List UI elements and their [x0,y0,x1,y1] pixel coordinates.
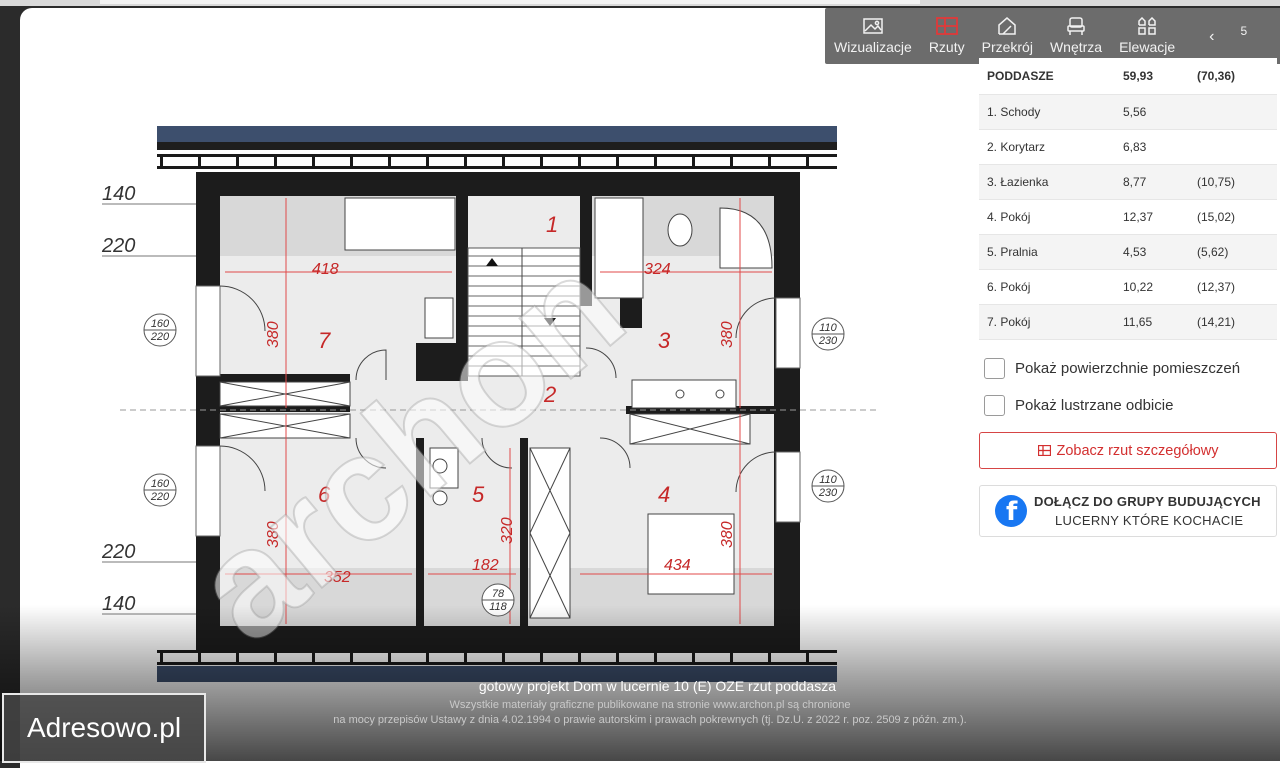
window-size-bottom: 220 [150,491,170,503]
mirror-checkbox[interactable] [984,395,1005,416]
table-cell: 4,53 [1115,234,1189,270]
view-tabs: Wizualizacje Rzuty Przekrój Wnętrza Elew… [825,8,1280,64]
tab-section[interactable]: Przekrój [973,15,1041,64]
facades-icon [1136,15,1158,37]
height-label: 140 [102,183,135,205]
height-label: 220 [101,541,135,563]
table-cell: (70,36) [1189,58,1277,95]
table-cell: 10,22 [1115,269,1189,305]
table-row: 5. Pralnia 4,53 (5,62) [979,234,1277,270]
table-row: 4. Pokój 12,37 (15,02) [979,199,1277,235]
dim-label: 320 [499,517,516,544]
armchair-icon [1065,15,1087,37]
window-size-bottom: 230 [818,487,838,499]
dim-label: 434 [664,557,691,574]
tab-label: Wnętrza [1049,39,1103,55]
dim-label: 418 [312,261,339,278]
table-cell: 4. Pokój [979,199,1115,235]
tab-label: Elewacje [1119,39,1176,55]
image-icon [862,15,884,37]
table-cell: 1. Schody [979,94,1115,130]
table-cell: 2. Korytarz [979,129,1115,165]
dim-label: 380 [719,521,736,548]
dim-label: 324 [644,261,671,278]
table-cell: (14,21) [1189,304,1277,340]
height-label: 220 [101,235,135,257]
table-cell: (10,75) [1189,164,1277,200]
floorplan-icon [1037,445,1051,456]
tab-label: Przekrój [981,39,1033,55]
table-cell: (15,02) [1189,199,1277,235]
dim-label: 380 [719,321,736,348]
table-cell: (5,62) [1189,234,1277,270]
room-number-7: 7 [318,328,331,353]
table-cell: 5. Pralnia [979,234,1115,270]
tab-label: Rzuty [928,39,965,55]
table-cell: 11,65 [1115,304,1189,340]
table-cell: 5,56 [1115,94,1189,130]
tab-floorplans[interactable]: Rzuty [920,15,973,64]
facebook-group-banner[interactable]: f DOŁĄCZ DO GRUPY BUDUJĄCYCH LUCERNY KTÓ… [979,485,1277,537]
room-number-3: 3 [658,328,671,353]
room-number-4: 4 [658,482,670,507]
table-cell: (12,37) [1189,269,1277,305]
tabs-overflow-label: 5 [1240,24,1248,38]
detailed-plan-button[interactable]: Zobacz rzut szczegółowy [979,432,1277,469]
legal-notice-line2: na mocy przepisów Ustawy z dnia 4.02.199… [333,714,967,726]
tab-facades[interactable]: Elewacje [1110,15,1183,64]
adresowo-watermark: Adresowo.pl [2,693,206,763]
table-cell [1189,94,1277,130]
table-cell: 8,77 [1115,164,1189,200]
table-cell: 59,93 [1115,58,1189,95]
legal-notice-line1: Wszystkie materiały graficzne publikowan… [449,699,851,711]
image-caption: gotowy projekt Dom w lucernie 10 (E) OZE… [478,678,836,694]
window-size-top: 110 [819,322,837,334]
tab-visualizations[interactable]: Wizualizacje [825,15,920,64]
table-cell: 3. Łazienka [979,164,1115,200]
window-size-top: 110 [819,474,837,486]
table-cell [1189,129,1277,165]
floorplan-icon [935,15,958,37]
window-size-top: 160 [151,478,170,490]
tab-interiors[interactable]: Wnętrza [1041,15,1110,64]
table-cell: 6,83 [1115,129,1189,165]
house-section-icon [996,15,1018,37]
show-areas-checkbox-row[interactable]: Pokaż powierzchnie pomieszczeń [984,358,1240,379]
table-row: 2. Korytarz 6,83 [979,129,1277,165]
show-areas-label: Pokaż powierzchnie pomieszczeń [1015,360,1241,377]
detailed-plan-label: Zobacz rzut szczegółowy [1056,442,1219,459]
area-table: PODDASZE 59,93 (70,36) 1. Schody 5,56 2.… [979,58,1277,340]
facebook-banner-line2: LUCERNY KTÓRE KOCHACIE [1055,513,1244,528]
table-cell: 12,37 [1115,199,1189,235]
show-areas-checkbox[interactable] [984,358,1005,379]
dim-label: 182 [472,557,499,574]
dim-label: 380 [265,321,282,348]
chevron-left-icon: ‹ [1209,28,1215,45]
window-size-bottom: 230 [818,335,838,347]
facebook-icon: f [995,495,1027,527]
table-header-row: PODDASZE 59,93 (70,36) [979,58,1277,95]
table-cell: PODDASZE [979,58,1115,95]
window-size-bottom: 220 [150,331,170,343]
table-row: 7. Pokój 11,65 (14,21) [979,304,1277,340]
window-size-top: 160 [151,318,170,330]
browser-top-strip [0,0,1280,6]
table-cell: 6. Pokój [979,269,1115,305]
mirror-label: Pokaż lustrzane odbicie [1015,397,1174,414]
window-size-top: 78 [492,588,505,600]
table-row: 3. Łazienka 8,77 (10,75) [979,164,1277,200]
table-row: 6. Pokój 10,22 (12,37) [979,269,1277,305]
tab-label: Wizualizacje [834,39,912,55]
table-row: 1. Schody 5,56 [979,94,1277,130]
mirror-checkbox-row[interactable]: Pokaż lustrzane odbicie [984,395,1173,416]
facebook-banner-line1: DOŁĄCZ DO GRUPY BUDUJĄCYCH [1034,494,1261,509]
table-cell: 7. Pokój [979,304,1115,340]
